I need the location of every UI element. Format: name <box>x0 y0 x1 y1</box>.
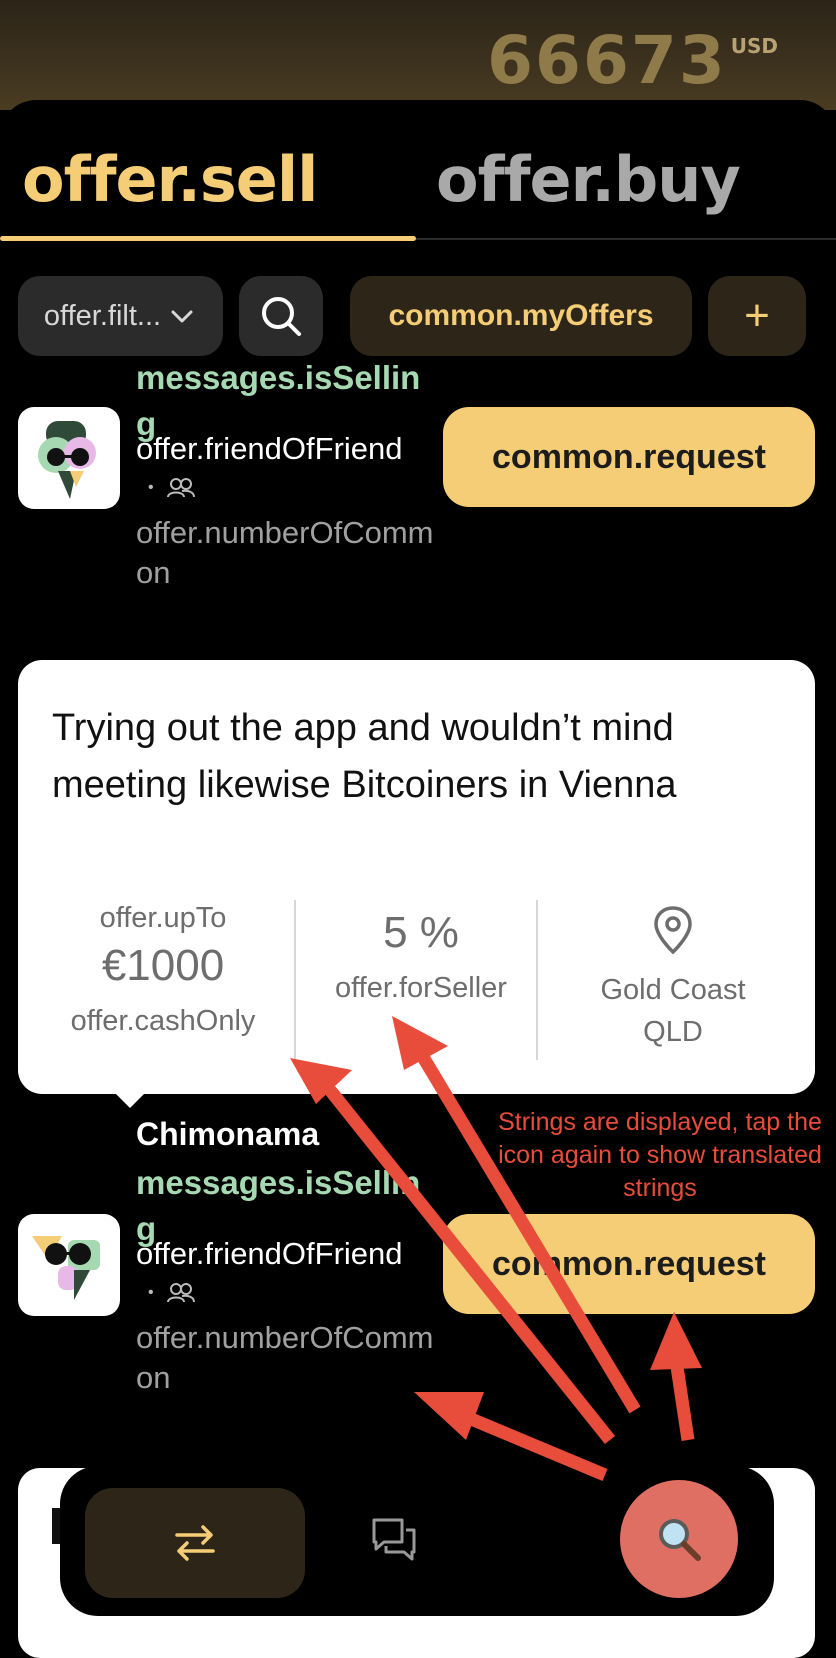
location-value: Gold Coast QLD <box>600 974 746 1048</box>
number-of-common-label: offer.numberOfCommon <box>136 1320 434 1395</box>
translate-toggle-button[interactable] <box>620 1480 738 1598</box>
request-button[interactable]: common.request <box>443 407 815 507</box>
search-button[interactable] <box>239 276 323 356</box>
chat-icon <box>372 1518 416 1561</box>
active-tab-indicator <box>0 236 416 241</box>
balance-currency: USD <box>730 34 778 58</box>
search-icon <box>262 297 301 336</box>
bullet-icon: • <box>148 1284 154 1301</box>
bullet-icon: • <box>148 479 154 496</box>
avatar-icon <box>32 1236 100 1300</box>
seller-name: Chimonama <box>136 1116 320 1152</box>
offer-description: Trying out the app and wouldn’t mind mee… <box>52 707 677 806</box>
my-offers-button[interactable]: common.myOffers <box>350 276 692 356</box>
balance-amount: 66673 <box>487 22 727 99</box>
offer-tabs: offer.sell offer.buy <box>0 145 836 245</box>
friend-of-friend-label: offer.friendOfFriend <box>136 431 403 466</box>
nav-messages-tab[interactable] <box>370 1516 418 1567</box>
number-of-common-label: offer.numberOfCommon <box>136 515 434 590</box>
fee-stat: 5 % offer.forSeller <box>296 908 546 1005</box>
common-friends-indicator: • <box>148 1282 196 1304</box>
card-pointer <box>112 1090 148 1108</box>
location-pin-icon <box>654 906 692 955</box>
people-icon <box>166 478 195 498</box>
balance: 66673 USD <box>487 28 778 94</box>
balance-header: 66673 USD <box>0 0 836 110</box>
nav-offers-tab[interactable] <box>85 1488 305 1598</box>
fee-value: 5 % <box>383 908 459 957</box>
filter-label: offer.filt... <box>43 299 162 332</box>
location-stat: Gold Coast QLD <box>538 904 808 1053</box>
annotation-note: Strings are displayed, tap the icon agai… <box>498 1108 822 1202</box>
avatar-icon <box>38 421 96 499</box>
avatar[interactable] <box>18 1214 120 1316</box>
add-offer-button[interactable]: + <box>708 276 806 356</box>
chevron-down-icon <box>171 310 193 323</box>
amount-stat: offer.upTo €1000 offer.cashOnly <box>18 902 308 1038</box>
amount-value: €1000 <box>101 941 225 990</box>
cash-only-label: offer.cashOnly <box>70 1005 256 1037</box>
request-button[interactable]: common.request <box>443 1214 815 1314</box>
up-to-label: offer.upTo <box>99 902 227 934</box>
filter-button[interactable]: offer.filt... <box>18 276 223 356</box>
for-seller-label: offer.forSeller <box>335 972 507 1004</box>
offer-row: messages.isSelling offer.friendOfFriend … <box>0 355 836 615</box>
tab-sell[interactable]: offer.sell <box>22 145 318 215</box>
common-friends-indicator: • <box>148 477 196 499</box>
offer-card[interactable]: Trying out the app and wouldn’t mind mee… <box>18 660 815 1094</box>
friend-of-friend-label: offer.friendOfFriend <box>136 1236 403 1271</box>
swap-icon <box>175 1525 215 1561</box>
avatar[interactable] <box>18 407 120 509</box>
tab-buy[interactable]: offer.buy <box>436 145 741 215</box>
magnifier-icon <box>659 1519 701 1561</box>
people-icon <box>166 1283 195 1303</box>
tab-divider <box>416 238 836 240</box>
